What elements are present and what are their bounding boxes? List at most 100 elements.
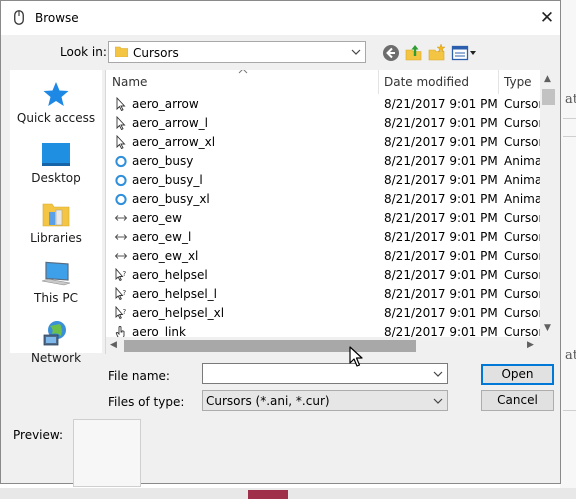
background-divider [563, 136, 576, 137]
scroll-right-icon[interactable]: ▶ [527, 340, 534, 350]
scroll-left-icon[interactable]: ◀ [110, 340, 117, 350]
file-row[interactable]: aero_busy 8/21/2017 9:01 PM Anima [106, 152, 542, 171]
file-type: Cursor [504, 135, 544, 149]
file-date: 8/21/2017 9:01 PM [384, 249, 498, 263]
file-name: aero_helpsel_xl [132, 306, 225, 320]
busy-ring-icon [115, 174, 127, 187]
file-type: Cursor [504, 249, 544, 263]
file-name: aero_ew [132, 211, 182, 225]
file-type: Cursor [504, 211, 544, 225]
folder-icon [115, 46, 128, 57]
file-name: aero_arrow_l [132, 116, 208, 130]
chevron-down-icon [351, 49, 361, 55]
file-row[interactable]: aero_ew_xl 8/21/2017 9:01 PM Cursor [106, 247, 544, 266]
column-header-date[interactable]: Date modified [384, 70, 469, 94]
vertical-scroll-thumb[interactable] [542, 89, 555, 105]
desktop-icon [42, 143, 70, 166]
file-row[interactable]: aero_arrow 8/21/2017 9:01 PM Cursor [106, 95, 544, 114]
file-date: 8/21/2017 9:01 PM [384, 173, 498, 187]
column-divider[interactable] [498, 70, 499, 94]
scroll-down-icon[interactable]: ▼ [544, 323, 551, 333]
file-row[interactable]: aero_arrow_l 8/21/2017 9:01 PM Cursor [106, 114, 543, 133]
file-date: 8/21/2017 9:01 PM [384, 230, 498, 244]
file-name: aero_busy [132, 154, 194, 168]
dialog-title: Browse [35, 11, 79, 25]
horizontal-scroll-thumb[interactable] [124, 340, 416, 352]
file-name: aero_arrow [132, 97, 199, 111]
resize-ew-icon [114, 253, 128, 259]
chevron-down-icon[interactable] [433, 369, 443, 379]
look-in-label: Look in: [60, 45, 107, 59]
file-date: 8/21/2017 9:01 PM [384, 287, 498, 301]
column-header-type[interactable]: Type [504, 70, 532, 94]
place-quick-access[interactable]: Quick access [10, 80, 102, 136]
file-type: Anima [504, 173, 543, 187]
file-row[interactable]: aero_arrow_xl 8/21/2017 9:01 PM Cursor [106, 133, 544, 152]
file-date: 8/21/2017 9:01 PM [384, 192, 498, 206]
file-row[interactable]: ? aero_helpsel_xl 8/21/2017 9:01 PM Cursor [106, 304, 543, 323]
close-button[interactable]: ✕ [538, 9, 556, 27]
arrow-cursor-icon [116, 135, 126, 149]
files-of-type-label: Files of type: [108, 395, 185, 409]
file-name: aero_busy_xl [132, 192, 210, 206]
back-icon[interactable] [381, 43, 401, 63]
file-date: 8/21/2017 9:01 PM [384, 211, 498, 225]
chevron-down-icon [433, 398, 443, 404]
background-image [248, 490, 288, 499]
file-row[interactable]: ? aero_helpsel_l 8/21/2017 9:01 PM Cursor [106, 285, 544, 304]
file-date: 8/21/2017 9:01 PM [384, 306, 498, 320]
this-pc-icon [41, 261, 71, 286]
file-date: 8/21/2017 9:01 PM [384, 154, 498, 168]
preview-pane [73, 419, 141, 487]
svg-text:?: ? [123, 289, 127, 297]
column-divider[interactable] [378, 70, 379, 94]
network-icon [43, 321, 66, 346]
look-in-value: Cursors [133, 46, 179, 60]
files-of-type-value: Cursors (*.ani, *.cur) [206, 394, 330, 408]
column-header-name[interactable]: Name [112, 70, 147, 94]
horizontal-scrollbar[interactable]: ◀ ▶ [106, 337, 557, 354]
file-name-label: File name: [108, 369, 170, 383]
cancel-button[interactable]: Cancel [481, 390, 554, 411]
place-this-pc[interactable]: This PC [10, 260, 102, 316]
file-date: 8/21/2017 9:01 PM [384, 268, 498, 282]
file-row[interactable]: aero_busy_xl 8/21/2017 9:01 PM Anima [106, 190, 542, 209]
mouse-icon [14, 10, 24, 25]
files-of-type-select[interactable]: Cursors (*.ani, *.cur) [202, 390, 448, 411]
vertical-scrollbar[interactable]: ▲ ▼ [540, 70, 557, 337]
file-type: Cursor [504, 287, 544, 301]
libraries-icon [42, 203, 70, 227]
background-app [560, 0, 576, 499]
svg-text:?: ? [123, 270, 127, 278]
background-divider [563, 410, 576, 411]
file-date: 8/21/2017 9:01 PM [384, 97, 498, 111]
place-desktop[interactable]: Desktop [10, 140, 102, 196]
file-name: aero_helpsel_l [132, 287, 217, 301]
up-folder-icon[interactable] [404, 43, 424, 63]
look-in-combo[interactable]: Cursors [108, 41, 366, 63]
file-row[interactable]: aero_busy_l 8/21/2017 9:01 PM Anima [106, 171, 543, 190]
file-row[interactable]: aero_ew_l 8/21/2017 9:01 PM Cursor [106, 228, 543, 247]
place-label: Quick access [16, 111, 96, 125]
open-button[interactable]: Open [481, 364, 554, 385]
sort-ascending-icon [238, 70, 248, 74]
places-bar: Quick access Desktop Libraries This PC N… [10, 70, 102, 365]
new-folder-icon[interactable] [427, 43, 447, 63]
help-cursor-icon: ? [115, 268, 127, 282]
file-date: 8/21/2017 9:01 PM [384, 116, 498, 130]
view-menu-icon[interactable] [451, 43, 477, 63]
file-name-input[interactable] [202, 363, 448, 384]
place-label: Libraries [30, 231, 82, 245]
mouse-pointer-icon [349, 346, 363, 367]
file-type: Cursor [504, 97, 544, 111]
scroll-up-icon[interactable]: ▲ [544, 74, 551, 84]
busy-ring-icon [115, 193, 127, 206]
file-list[interactable]: Name Date modified Type aero_arrow 8/21/2… [105, 70, 557, 354]
place-network[interactable]: Network [10, 320, 102, 376]
file-row[interactable]: aero_ew 8/21/2017 9:01 PM Cursor [106, 209, 544, 228]
place-label: Desktop [31, 171, 81, 185]
place-libraries[interactable]: Libraries [10, 200, 102, 256]
background-text: ath [565, 348, 576, 363]
file-row[interactable]: ? aero_helpsel 8/21/2017 9:01 PM Cursor [106, 266, 543, 285]
file-name: aero_arrow_xl [132, 135, 216, 149]
